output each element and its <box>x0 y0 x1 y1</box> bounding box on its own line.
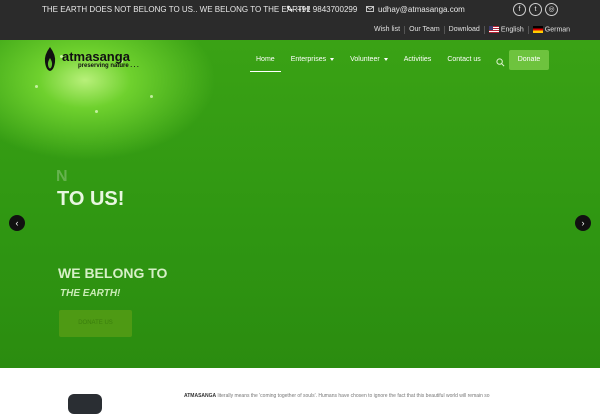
sparkle <box>35 85 38 88</box>
chevron-down-icon <box>383 57 388 61</box>
slider-next-arrow-icon[interactable]: › <box>575 215 591 231</box>
top-bar: THE EARTH DOES NOT BELONG TO US.. WE BEL… <box>0 0 600 40</box>
search-icon[interactable] <box>496 54 505 72</box>
site-logo[interactable]: atmasanga preserving nature . . . <box>42 46 139 72</box>
facebook-icon[interactable]: f <box>513 3 526 16</box>
language-german-label: German <box>544 26 571 34</box>
chevron-down-icon <box>330 57 335 61</box>
phone-icon <box>286 5 293 15</box>
donate-button[interactable]: Donate <box>509 50 549 70</box>
envelope-icon <box>366 5 374 15</box>
email-contact[interactable]: udhay@atmasanga.com <box>366 5 465 15</box>
download-link[interactable]: Download <box>445 26 485 34</box>
us-flag-icon <box>488 25 499 33</box>
twitter-icon[interactable]: t <box>529 3 542 16</box>
hero-heading-line2: WE BELONG TO <box>58 265 168 281</box>
hero-donate-button[interactable]: DONATE US <box>59 310 132 337</box>
about-brand: ATMASANGA <box>184 393 217 399</box>
nav-contact[interactable]: Contact us <box>439 50 488 70</box>
main-nav: Home Enterprises Volunteer Activities Co… <box>248 50 489 72</box>
site-tagline: THE EARTH DOES NOT BELONG TO US.. WE BEL… <box>42 5 311 14</box>
app-icon <box>68 394 102 414</box>
nav-activities[interactable]: Activities <box>396 50 440 70</box>
our-team-link[interactable]: Our Team <box>405 26 445 34</box>
about-text: ATMASANGA literally means the 'coming to… <box>184 393 490 399</box>
brand-name: atmasanga <box>62 48 130 64</box>
hero-heading-line3: THE EARTH! <box>60 288 121 299</box>
phone-number: +91 9843700299 <box>297 5 358 15</box>
hero-heading-line1: TO US! <box>57 188 125 210</box>
language-english-label: English <box>500 26 524 34</box>
language-german[interactable]: German <box>529 25 574 34</box>
nav-enterprises-label: Enterprises <box>290 56 327 63</box>
phone-contact[interactable]: +91 9843700299 <box>286 5 357 15</box>
brand-tagline: preserving nature . . . <box>78 62 139 69</box>
nav-volunteer[interactable]: Volunteer <box>342 50 396 70</box>
nav-enterprises[interactable]: Enterprises <box>283 50 342 70</box>
flame-icon <box>44 47 56 71</box>
sparkle <box>95 110 98 113</box>
german-flag-icon <box>532 25 543 33</box>
hero-slider: atmasanga preserving nature . . . Home E… <box>0 40 600 368</box>
wish-list-link[interactable]: Wish list <box>370 26 406 34</box>
nav-home[interactable]: Home <box>248 50 283 72</box>
nav-volunteer-label: Volunteer <box>350 56 380 63</box>
language-english[interactable]: English <box>485 25 529 35</box>
hero-faint-text: N <box>56 168 68 185</box>
slider-prev-arrow-icon[interactable]: ‹ <box>9 215 25 231</box>
sparkle <box>150 95 153 98</box>
about-description: literally means the 'coming together of … <box>216 393 490 399</box>
utility-links: Wish list Our Team Download English Germ… <box>370 24 574 36</box>
email-address: udhay@atmasanga.com <box>378 5 465 15</box>
instagram-icon[interactable]: ◎ <box>545 3 558 16</box>
